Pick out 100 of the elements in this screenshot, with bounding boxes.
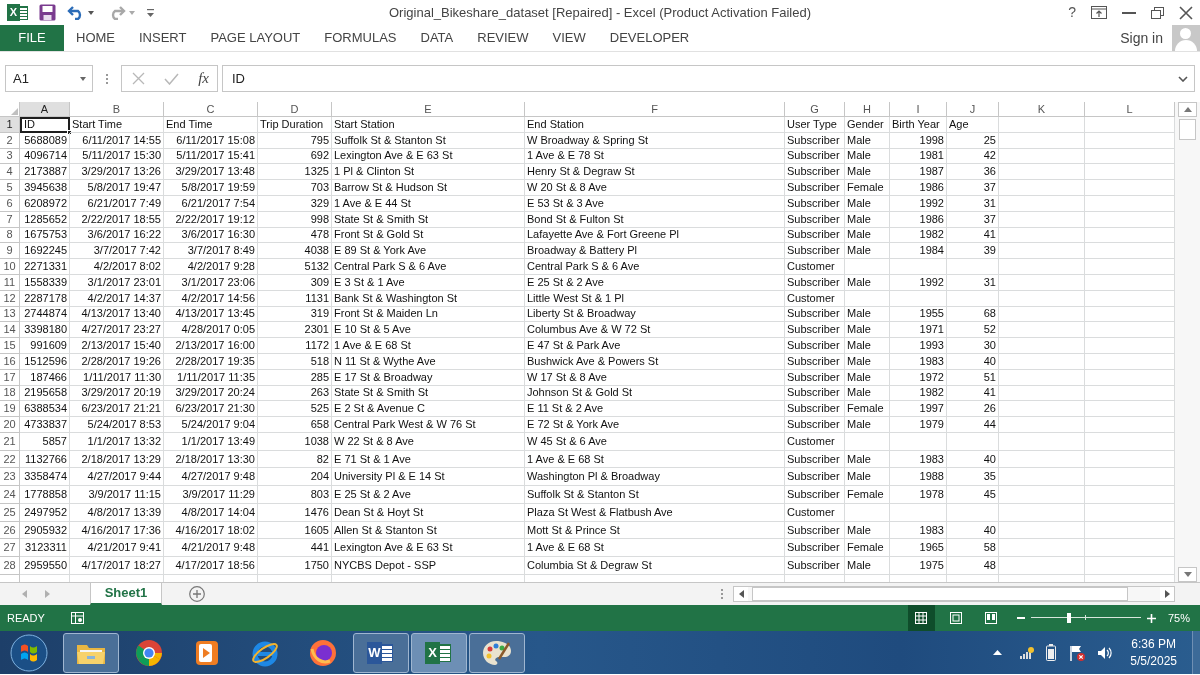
column-header[interactable]: E (332, 102, 525, 117)
table-cell: 3398180 (20, 322, 70, 339)
slider-thumb[interactable] (1067, 613, 1072, 623)
column-header[interactable]: F (525, 102, 785, 117)
check-icon[interactable] (164, 72, 180, 85)
column-header[interactable]: B (70, 102, 164, 117)
customize-toolbar-icon[interactable] (147, 8, 154, 17)
table-cell: Subscriber (785, 322, 845, 339)
expand-chevron-icon[interactable] (1178, 75, 1188, 82)
start-button[interactable] (9, 632, 49, 673)
column-header[interactable]: C (164, 102, 258, 117)
row-header[interactable]: 20 (0, 417, 20, 433)
table-cell: 4/2/2017 14:56 (164, 290, 258, 307)
table-cell: 1605 (258, 521, 332, 540)
battery-icon[interactable] (1046, 644, 1057, 661)
minimize-icon[interactable] (1122, 11, 1136, 14)
scroll-right-icon[interactable] (1164, 590, 1170, 598)
scrollbar-thumb[interactable] (1179, 119, 1196, 140)
ribbon-tab[interactable]: DATA (408, 25, 466, 51)
scroll-down-icon[interactable] (1183, 572, 1192, 577)
macro-record-icon[interactable] (70, 612, 84, 624)
row-header[interactable]: 15 (0, 338, 20, 354)
table-cell: 1038 (258, 432, 332, 451)
row-header[interactable]: 14 (0, 322, 20, 339)
table-cell: 1981 (890, 148, 947, 165)
zoom-in-icon[interactable] (1146, 613, 1156, 623)
volume-icon[interactable] (1097, 645, 1114, 660)
taskbar-button[interactable] (63, 632, 119, 673)
ribbon-display-icon[interactable] (1091, 6, 1107, 19)
ribbon-tab[interactable]: REVIEW (465, 25, 541, 51)
table-cell: 2905932 (20, 521, 70, 540)
table-cell: Subscriber (785, 401, 845, 418)
table-cell: 58 (947, 539, 999, 558)
name-box[interactable]: A1 (5, 65, 93, 92)
column-header[interactable]: D (258, 102, 332, 117)
table-cell: 1982 (890, 227, 947, 244)
column-header[interactable]: G (785, 102, 845, 117)
table-cell: Male (845, 196, 890, 212)
clock-time[interactable]: 6:36 PM (1131, 635, 1176, 653)
insert-function-button[interactable]: fx (198, 67, 209, 90)
zoom-slider[interactable] (1030, 613, 1141, 623)
dropdown-caret-icon (80, 76, 86, 81)
row-header[interactable]: 1 (0, 117, 20, 133)
sheet-tab[interactable]: Sheet1 (90, 583, 162, 605)
table-cell: 3/29/2017 20:24 (164, 385, 258, 402)
restore-icon[interactable] (1151, 6, 1164, 19)
ribbon-tab[interactable]: DEVELOPER (597, 25, 702, 51)
vertical-scrollbar[interactable] (1175, 102, 1200, 582)
column-header[interactable]: I (890, 102, 947, 117)
taskbar-button[interactable]: X (411, 632, 467, 673)
row-header[interactable]: 23 (0, 468, 20, 487)
ribbon-tab[interactable]: PAGE LAYOUT (198, 25, 313, 51)
signal-icon[interactable] (1020, 646, 1035, 659)
row-header[interactable]: 9 (0, 243, 20, 260)
table-cell: 3/9/2017 11:29 (164, 486, 258, 504)
help-button[interactable]: ? (1068, 2, 1076, 23)
taskbar-button[interactable]: W (353, 632, 409, 673)
row-header[interactable]: 19 (0, 401, 20, 418)
horizontal-scrollbar[interactable] (733, 586, 1175, 602)
row-header[interactable]: 4 (0, 164, 20, 181)
flag-icon[interactable] (1069, 644, 1086, 661)
table-cell: 4/2/2017 9:28 (164, 259, 258, 275)
table-cell: Columbia St & Degraw St (525, 557, 785, 575)
row-header[interactable]: 24 (0, 486, 20, 504)
formula-field[interactable]: ID (222, 65, 1195, 92)
ribbon-tab[interactable]: HOME (64, 25, 127, 51)
table-cell: Allen St & Stanton St (332, 521, 525, 540)
ribbon-tab[interactable]: VIEW (540, 25, 598, 51)
sign-in-link[interactable]: Sign in (1120, 25, 1172, 51)
fill-handle[interactable] (67, 129, 72, 135)
file-tab[interactable]: FILE (0, 25, 64, 51)
zoom-level[interactable]: 75% (1167, 609, 1190, 627)
add-sheet-icon[interactable] (189, 586, 205, 602)
scrollbar-thumb[interactable] (752, 587, 1128, 601)
row-header[interactable]: 27 (0, 539, 20, 558)
row-header[interactable]: 10 (0, 259, 20, 275)
clock-date[interactable]: 5/5/2025 (1130, 652, 1177, 670)
scroll-left-icon[interactable] (738, 590, 744, 598)
close-icon[interactable] (1179, 5, 1193, 20)
row-header[interactable]: 28 (0, 557, 20, 575)
chevron-up-icon[interactable] (993, 650, 1003, 655)
table-cell: 1986 (890, 211, 947, 228)
column-header[interactable]: H (845, 102, 890, 117)
table-cell: 1955 (890, 306, 947, 323)
table-cell: Male (845, 417, 890, 433)
view-button[interactable] (907, 605, 935, 631)
column-header[interactable]: K (999, 102, 1085, 117)
taskbar-button[interactable] (469, 632, 525, 673)
ribbon-tab[interactable]: FORMULAS (312, 25, 409, 51)
ribbon-tab[interactable]: INSERT (127, 25, 199, 51)
column-header[interactable]: L (1085, 102, 1175, 117)
table-cell: Central Park West & W 76 St (332, 417, 525, 433)
table-cell: W 45 St & 6 Ave (525, 432, 785, 451)
table-cell: 44 (947, 417, 999, 433)
save-icon[interactable] (39, 4, 56, 21)
table-cell: 5132 (258, 259, 332, 275)
row-header[interactable]: 5 (0, 180, 20, 196)
column-header[interactable]: J (947, 102, 999, 117)
column-header[interactable]: A (20, 102, 70, 117)
scroll-up-icon[interactable] (1183, 107, 1192, 112)
